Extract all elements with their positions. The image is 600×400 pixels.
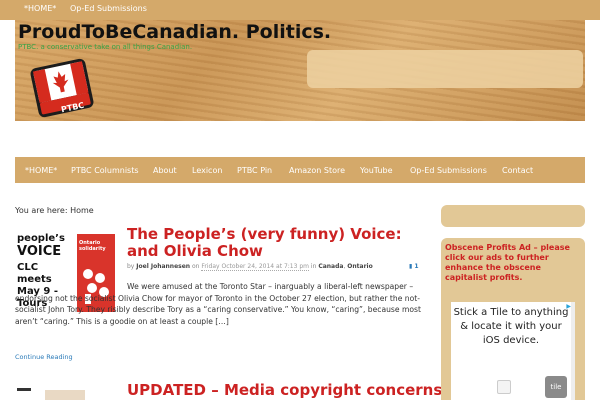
post-date: Friday October 24, 2014 at 7:13 pm (201, 263, 309, 271)
thumb-text-voice: VOICE (17, 244, 62, 259)
nav-about[interactable]: About (153, 166, 177, 175)
post-author-link[interactable]: Joel Johannesen (136, 263, 190, 270)
site-header: ProudToBeCanadian. Politics. PTBC. a con… (15, 20, 585, 121)
post-meta: by Joel Johannesen on Friday October 24,… (127, 263, 373, 271)
post-excerpt-text: We were amused at the Toronto Star – ina… (15, 282, 421, 326)
top-menu-home[interactable]: *HOME* (24, 4, 56, 13)
nav-contact[interactable]: Contact (502, 166, 533, 175)
post-thumbnail-2[interactable] (15, 384, 117, 400)
top-menu-op-ed-submissions[interactable]: Op-Ed Submissions (70, 4, 147, 13)
nav-op-ed-submissions[interactable]: Op-Ed Submissions (410, 166, 487, 175)
tile-device-icon (497, 380, 511, 394)
site-title[interactable]: ProudToBeCanadian. Politics. (18, 21, 331, 43)
thumb2-photo (45, 390, 85, 400)
thumb-text-peoples: people’s (17, 233, 65, 244)
continue-reading-link[interactable]: Continue Reading (15, 353, 73, 361)
nav-ptbc-pin[interactable]: PTBC Pin (237, 166, 272, 175)
primary-navigation: *HOME* PTBC Columnists About Lexicon PTB… (15, 157, 585, 183)
meta-by: by (127, 263, 135, 270)
meta-in: in (310, 263, 317, 270)
nav-amazon-store[interactable]: Amazon Store (289, 166, 345, 175)
post-title-2[interactable]: UPDATED – Media copyright concerns, (127, 382, 448, 399)
post-title[interactable]: The People’s (very funny) Voice: and Oli… (127, 226, 422, 260)
thumb-poster-text: Ontario solidarity (79, 240, 106, 252)
thumb2-mark (17, 388, 31, 391)
thumb-text-clc: CLC (17, 262, 39, 273)
header-widget-area (307, 50, 583, 88)
comments-count: 1 (414, 263, 419, 270)
meta-on: on (191, 263, 200, 270)
nav-youtube[interactable]: YouTube (360, 166, 393, 175)
ad-choices-icon[interactable]: ▶ (566, 303, 571, 310)
category-link-ontario[interactable]: Ontario (347, 263, 372, 270)
breadcrumb: You are here: Home (15, 206, 94, 215)
nav-lexicon[interactable]: Lexicon (192, 166, 222, 175)
nav-ptbc-columnists[interactable]: PTBC Columnists (71, 166, 139, 175)
comments-count-link[interactable]: ▮ 1 (409, 263, 419, 270)
comment-bubble-icon: ▮ (409, 263, 413, 270)
tile-advertisement[interactable]: Stick a Tile to anything & locate it wit… (451, 302, 575, 400)
sidebar-ad-title: Obscene Profits Ad – please click our ad… (445, 243, 570, 282)
sidebar-ad-widget: Obscene Profits Ad – please click our ad… (441, 238, 585, 400)
category-link-canada[interactable]: Canada (318, 263, 343, 270)
nav-home[interactable]: *HOME* (25, 166, 57, 175)
sidebar-widget-box (441, 205, 585, 227)
ad-side-strip (571, 302, 575, 400)
tile-logo: tile (545, 376, 567, 398)
site-tagline: PTBC. a conservative take on all things … (18, 43, 193, 51)
top-menu-bar: *HOME* Op-Ed Submissions (0, 0, 600, 20)
tile-ad-text: Stick a Tile to anything & locate it wit… (453, 307, 569, 346)
post-excerpt: We were amused at the Toronto Star – ina… (15, 281, 422, 327)
